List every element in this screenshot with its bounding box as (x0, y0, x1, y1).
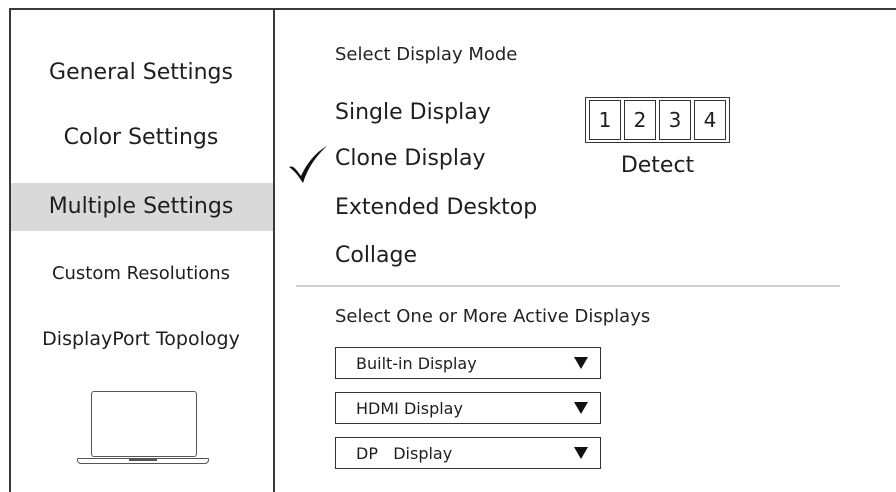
sidebar-item-color-settings[interactable]: Color Settings (11, 115, 273, 161)
caret-down-icon (574, 357, 588, 369)
dropdown-value: Built-in Display (356, 353, 477, 373)
mode-option-clone-display[interactable]: Clone Display (335, 146, 486, 171)
sidebar: General Settings Color Settings Multiple… (11, 10, 273, 492)
sidebar-item-multiple-settings[interactable]: Multiple Settings (11, 183, 273, 231)
display-number-1[interactable]: 1 (589, 100, 621, 140)
caret-down-icon (574, 402, 588, 414)
active-display-dropdown-1[interactable]: Built-in Display (335, 347, 601, 379)
sidebar-item-general-settings[interactable]: General Settings (11, 50, 273, 96)
laptop-icon (77, 391, 209, 473)
mode-option-extended-desktop[interactable]: Extended Desktop (335, 195, 537, 220)
laptop-notch (129, 458, 157, 461)
section-separator (296, 285, 840, 287)
sidebar-item-label: DisplayPort Topology (42, 328, 240, 350)
sidebar-divider (273, 8, 275, 492)
mode-option-collage[interactable]: Collage (335, 243, 417, 268)
active-display-dropdown-2[interactable]: HDMI Display (335, 392, 601, 424)
dropdown-value: DP Display (356, 443, 453, 463)
display-mode-heading: Select Display Mode (335, 44, 518, 65)
caret-down-icon (574, 447, 588, 459)
display-number-4[interactable]: 4 (694, 100, 726, 140)
active-displays-heading: Select One or More Active Displays (335, 306, 651, 327)
display-number-3[interactable]: 3 (659, 100, 691, 140)
sidebar-item-label: General Settings (49, 60, 233, 85)
mode-option-single-display[interactable]: Single Display (335, 100, 491, 125)
sidebar-item-label: Multiple Settings (48, 194, 234, 219)
display-number-group: 1 2 3 4 (585, 97, 730, 143)
sidebar-item-custom-resolutions[interactable]: Custom Resolutions (11, 254, 273, 294)
dropdown-value: HDMI Display (356, 398, 463, 418)
sidebar-item-label: Color Settings (63, 125, 219, 150)
sidebar-item-label: Custom Resolutions (51, 263, 231, 284)
check-icon (289, 146, 327, 183)
laptop-screen (91, 391, 197, 457)
display-number-2[interactable]: 2 (624, 100, 656, 140)
sidebar-item-displayport-topology[interactable]: DisplayPort Topology (11, 317, 273, 361)
active-display-dropdown-3[interactable]: DP Display (335, 437, 601, 469)
detect-button[interactable]: Detect (585, 153, 730, 178)
